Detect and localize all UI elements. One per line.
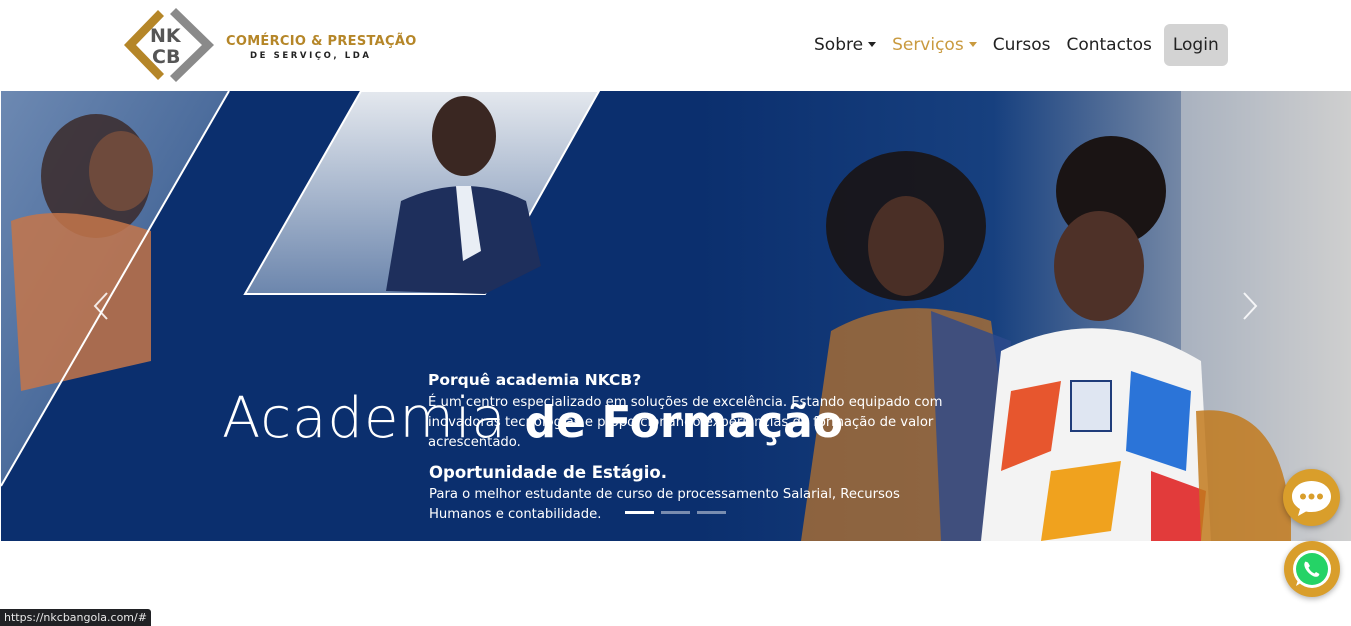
nav-item-label: Contactos [1066, 35, 1152, 55]
site-header: NK CB COMÉRCIO & PRESTAÇÃO DE SERVIÇO, L… [0, 0, 1351, 91]
hero-section-academia: Porquê academia NKCB? É um centro especi… [428, 371, 958, 453]
nav-item-cursos[interactable]: Cursos [985, 24, 1059, 66]
hero-text-estagio: Para o melhor estudante de curso de proc… [429, 487, 900, 522]
carousel-prev-button[interactable] [81, 281, 121, 331]
whatsapp-icon [1293, 550, 1331, 588]
brand-name-line2: DE SERVIÇO, LDA [250, 51, 372, 61]
hero-heading-estagio: Oportunidade de Estágio. [429, 463, 667, 482]
brand-name-line1: COMÉRCIO & PRESTAÇÃO [226, 34, 417, 49]
logo-monogram-top: NK [150, 25, 182, 47]
login-label: Login [1172, 35, 1219, 55]
status-bar-url: https://nkcbangola.com/# [0, 609, 151, 626]
whatsapp-button[interactable] [1284, 541, 1340, 597]
nav-item-sobre[interactable]: Sobre [806, 24, 884, 66]
hero-section-estagio: Oportunidade de Estágio. Para o melhor e… [429, 463, 959, 525]
hero-heading-academia: Porquê academia NKCB? [428, 371, 642, 389]
carousel-indicator-2[interactable] [661, 511, 690, 514]
carousel-indicator-3[interactable] [697, 511, 726, 514]
carousel-indicators [625, 511, 726, 514]
nav-item-label: Sobre [814, 35, 864, 55]
chevron-right-icon [1243, 292, 1258, 320]
caret-down-icon [968, 41, 977, 47]
main-nav: Sobre Serviços Cursos Contactos Login [806, 24, 1228, 66]
chevron-left-icon [93, 292, 108, 320]
nav-item-contactos[interactable]: Contactos [1058, 24, 1159, 66]
brand-logo[interactable]: NK CB COMÉRCIO & PRESTAÇÃO DE SERVIÇO, L… [120, 6, 420, 84]
chat-bubble-icon [1292, 481, 1331, 516]
hero-carousel: Academia de Formação Porquê academia NKC… [1, 91, 1351, 541]
carousel-indicator-1[interactable] [625, 511, 654, 514]
nav-item-label: Cursos [992, 35, 1051, 55]
nav-item-servicos[interactable]: Serviços [884, 24, 985, 66]
hero-text-academia: É um centro especializado em soluções de… [428, 395, 943, 450]
login-button[interactable]: Login [1163, 24, 1228, 66]
caret-down-icon [868, 41, 877, 47]
chat-button[interactable] [1283, 469, 1340, 526]
carousel-next-button[interactable] [1230, 281, 1270, 331]
logo-mark-icon: NK CB [124, 8, 214, 82]
logo-monogram-bottom: CB [152, 46, 180, 68]
nav-item-label: Serviços [892, 35, 964, 55]
